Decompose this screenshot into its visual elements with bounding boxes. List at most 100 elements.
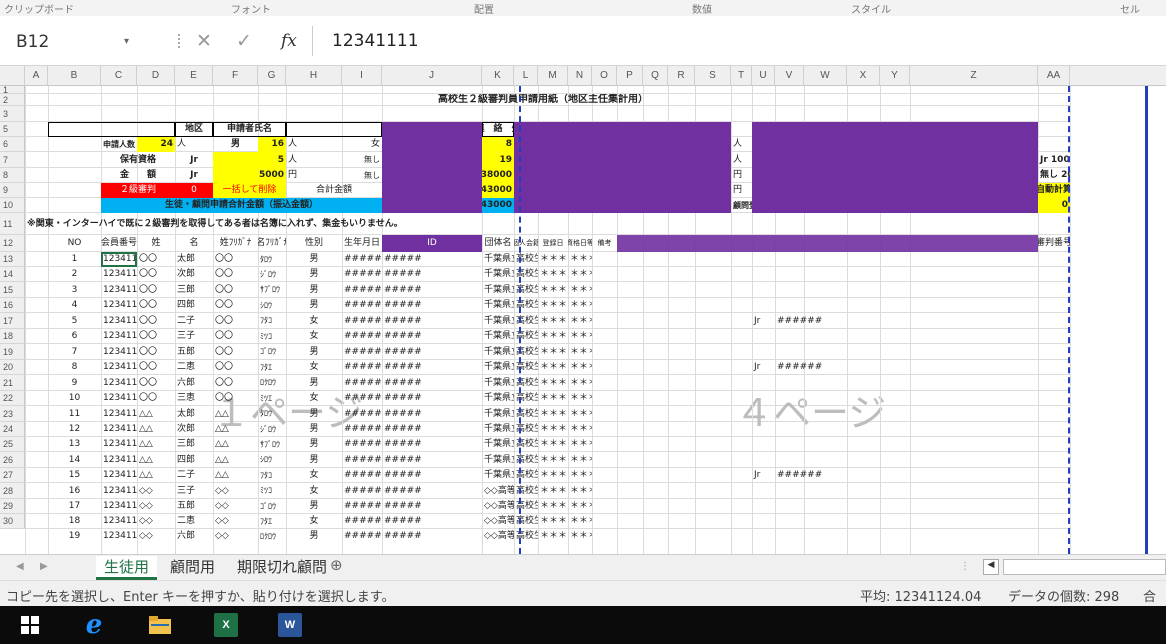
member-id[interactable]: 12341124 (101, 422, 137, 437)
tab-students[interactable]: 生徒用 (96, 556, 158, 580)
applicant-name-cell[interactable] (286, 122, 382, 137)
column-title[interactable]: 名 (175, 235, 213, 252)
given-kana[interactable]: ﾐﾂｴ (258, 391, 286, 406)
surname-kana[interactable]: 〇〇 (213, 360, 258, 375)
stars[interactable]: ＊＊＊＊ (568, 406, 592, 422)
member-id[interactable]: 12341127 (101, 468, 137, 483)
column-header-J[interactable]: J (382, 66, 482, 86)
surname-kana[interactable]: ◇◇ (213, 483, 258, 499)
member-id[interactable]: 12341120 (101, 360, 137, 375)
column-title[interactable]: 性別 (286, 235, 342, 252)
enter-check-icon[interactable]: ✓ (236, 30, 252, 52)
fee-jr[interactable]: Jr 1000円 (1038, 152, 1070, 168)
birthdate[interactable]: ######## (342, 298, 382, 313)
stars[interactable]: ＊＊＊ (538, 360, 568, 375)
t-yen[interactable]: 円 (731, 183, 752, 198)
sex[interactable]: 女 (286, 360, 342, 375)
insert-function-icon[interactable]: fx (281, 31, 297, 51)
column-header-S[interactable]: S (695, 66, 731, 86)
sex[interactable]: 男 (286, 422, 342, 437)
grand-total-value[interactable]: 43000 (482, 198, 514, 213)
sex[interactable]: 男 (286, 437, 342, 452)
row-header-25[interactable]: 25 (0, 437, 25, 452)
stars[interactable]: ＊＊＊＊ (568, 514, 592, 529)
school-name[interactable]: 千葉県立〇〇高等 (482, 313, 514, 329)
given-kana[interactable]: ﾛｸﾛｳ (258, 529, 286, 544)
sex[interactable]: 女 (286, 313, 342, 329)
given-name[interactable]: 四郎 (175, 298, 213, 313)
kyu2-value[interactable]: 0 (175, 183, 213, 198)
stars[interactable]: ＊＊＊ (538, 468, 568, 483)
scroll-more-icon[interactable]: ⋮ (960, 561, 970, 572)
column-title[interactable]: 姓 (137, 235, 175, 252)
class[interactable]: 高校生 (514, 499, 538, 514)
stars[interactable]: ＊＊＊ (538, 344, 568, 360)
birthdate[interactable]: ######## (342, 313, 382, 329)
sex[interactable]: 男 (286, 282, 342, 298)
surname[interactable]: ◇◇ (137, 483, 175, 499)
class[interactable]: 高校生 (514, 360, 538, 375)
row-no[interactable]: 6 (48, 329, 101, 344)
horizontal-scrollbar[interactable] (1003, 559, 1166, 575)
given-kana[interactable]: ｼﾞﾛｳ (258, 422, 286, 437)
surname[interactable]: 〇〇 (137, 298, 175, 313)
next-sheet-icon[interactable]: ▶ (40, 561, 48, 572)
given-name[interactable]: 三子 (175, 329, 213, 344)
sheet-title[interactable]: 高校生２級審判員申請用紙（地区主任集計用） (48, 94, 1038, 106)
stars[interactable]: ＊＊＊ (538, 514, 568, 529)
row-header-23[interactable]: 23 (0, 406, 25, 422)
hscroll-left-icon[interactable]: ◀ (983, 559, 999, 575)
stars[interactable]: ＊＊＊＊ (568, 529, 592, 544)
qual-type[interactable]: Jr (752, 468, 775, 483)
given-name[interactable]: 二恵 (175, 514, 213, 529)
t-yen[interactable]: 円 (731, 168, 752, 183)
surname[interactable]: △△ (137, 437, 175, 452)
row-header-6[interactable]: 6 (0, 137, 25, 152)
id-cell[interactable]: ##### (382, 313, 482, 329)
column-header-D[interactable]: D (137, 66, 175, 86)
purple-block[interactable] (382, 183, 482, 198)
prev-sheet-icon[interactable]: ◀ (16, 561, 24, 572)
column-header-A[interactable]: A (25, 66, 48, 86)
stars[interactable]: ＊＊＊＊ (568, 483, 592, 499)
id-cell[interactable]: ##### (382, 298, 482, 313)
row-header-15[interactable]: 15 (0, 282, 25, 298)
stars[interactable]: ＊＊＊＊ (568, 252, 592, 267)
purple-block[interactable] (382, 152, 482, 168)
surname-kana[interactable]: 〇〇 (213, 298, 258, 313)
stars[interactable]: ＊＊＊ (538, 452, 568, 468)
surname[interactable]: 〇〇 (137, 282, 175, 298)
birthdate[interactable]: ######## (342, 499, 382, 514)
purple-block[interactable] (752, 152, 1038, 168)
school-name[interactable]: 千葉県立△△高等 (482, 437, 514, 452)
purple-block[interactable] (382, 168, 482, 183)
sex[interactable]: 男 (286, 499, 342, 514)
amount-label[interactable]: 金 額 (101, 168, 175, 183)
row-header-18[interactable]: 18 (0, 329, 25, 344)
surname[interactable]: △△ (137, 468, 175, 483)
class[interactable]: 高校生 (514, 422, 538, 437)
id-cell[interactable]: ##### (382, 391, 482, 406)
class[interactable]: 高校生 (514, 452, 538, 468)
birthdate[interactable]: ######## (342, 375, 382, 391)
class[interactable]: 高校生 (514, 483, 538, 499)
class[interactable]: 高校生 (514, 329, 538, 344)
class[interactable]: 高校生 (514, 344, 538, 360)
sex[interactable]: 女 (286, 329, 342, 344)
column-title[interactable]: 登録日 (538, 235, 568, 252)
surname-kana[interactable]: 〇〇 (213, 344, 258, 360)
stars[interactable]: ＊＊＊＊ (568, 282, 592, 298)
jr-count[interactable]: 5 (213, 152, 286, 168)
column-title[interactable]: 名ﾌﾘｶﾞﾅ (258, 235, 286, 252)
row-header-21[interactable]: 21 (0, 375, 25, 391)
sex[interactable]: 男 (286, 298, 342, 313)
column-title[interactable]: 姓ﾌﾘｶﾞﾅ (213, 235, 258, 252)
column-header-X[interactable]: X (847, 66, 880, 86)
row-header-12[interactable]: 12 (0, 235, 25, 252)
class[interactable]: 高校生 (514, 313, 538, 329)
surname-kana[interactable]: △△ (213, 422, 258, 437)
unit-person[interactable]: 人 (175, 137, 213, 152)
given-name[interactable]: 六郎 (175, 375, 213, 391)
birthdate[interactable]: ######## (342, 267, 382, 282)
surname-kana[interactable]: △△ (213, 437, 258, 452)
